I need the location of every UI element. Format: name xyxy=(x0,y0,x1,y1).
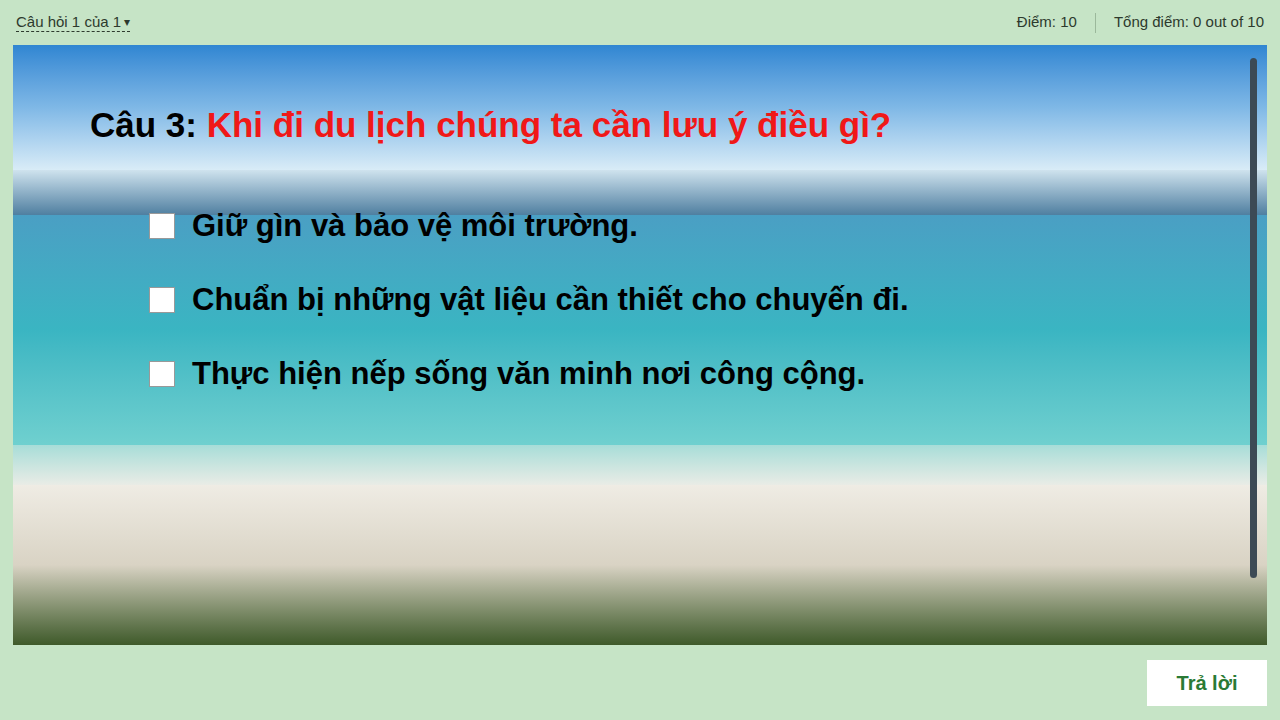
option-checkbox[interactable] xyxy=(149,287,175,313)
question-label: Câu 3: xyxy=(90,105,207,144)
option-text: Giữ gìn và bảo vệ môi trường. xyxy=(192,207,638,245)
score-label: Điểm: 10 xyxy=(1017,11,1077,34)
option-row[interactable]: Giữ gìn và bảo vệ môi trường. xyxy=(149,207,1267,245)
question-nav-label: Câu hỏi 1 của 1 xyxy=(16,13,121,31)
option-checkbox[interactable] xyxy=(149,361,175,387)
top-bar: Câu hỏi 1 của 1▾ Điểm: 10 Tổng điểm: 0 out… xyxy=(0,0,1280,45)
question-nav-dropdown[interactable]: Câu hỏi 1 của 1▾ xyxy=(16,13,130,32)
option-text: Thực hiện nếp sống văn minh nơi công cộn… xyxy=(192,355,865,393)
bottom-bar: Trả lời xyxy=(0,645,1280,720)
total-score-label: Tổng điểm: 0 out of 10 xyxy=(1114,11,1264,34)
option-checkbox[interactable] xyxy=(149,213,175,239)
question-text: Khi đi du lịch chúng ta cần lưu ý điều g… xyxy=(207,105,892,144)
slide: Câu 3: Khi đi du lịch chúng ta cần lưu ý… xyxy=(13,45,1267,645)
quiz-player: Câu hỏi 1 của 1▾ Điểm: 10 Tổng điểm: 0 out… xyxy=(0,0,1280,720)
option-row[interactable]: Thực hiện nếp sống văn minh nơi công cộn… xyxy=(149,355,1267,393)
question-content: Câu 3: Khi đi du lịch chúng ta cần lưu ý… xyxy=(13,45,1267,645)
option-row[interactable]: Chuẩn bị những vật liệu cần thiết cho ch… xyxy=(149,281,1267,319)
scrollbar[interactable] xyxy=(1250,58,1257,578)
option-text: Chuẩn bị những vật liệu cần thiết cho ch… xyxy=(192,281,909,319)
options-list: Giữ gìn và bảo vệ môi trường. Chuẩn bị nh… xyxy=(90,207,1267,393)
separator xyxy=(1095,13,1096,33)
question-title: Câu 3: Khi đi du lịch chúng ta cần lưu ý… xyxy=(90,103,1267,147)
score-area: Điểm: 10 Tổng điểm: 0 out of 10 xyxy=(1017,11,1264,34)
answer-button[interactable]: Trả lời xyxy=(1147,660,1267,706)
caret-icon: ▾ xyxy=(124,13,130,31)
